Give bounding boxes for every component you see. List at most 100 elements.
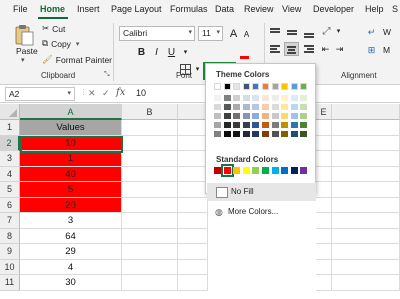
data-cell[interactable]: 30	[20, 275, 122, 291]
empty-cell[interactable]	[178, 213, 208, 229]
bold-button[interactable]: B	[135, 46, 148, 60]
chevron-down-icon[interactable]: ▾	[179, 46, 192, 60]
theme-shade-swatch[interactable]	[252, 104, 260, 110]
theme-shade-swatch[interactable]	[290, 104, 298, 110]
theme-shade-swatch[interactable]	[271, 113, 279, 119]
empty-cell[interactable]	[332, 244, 400, 260]
tab-file[interactable]: File	[13, 4, 28, 14]
theme-shade-swatch[interactable]	[262, 122, 269, 128]
header-cell[interactable]: Values	[20, 120, 122, 136]
row-header[interactable]: 2	[0, 135, 20, 151]
empty-cell[interactable]	[316, 120, 332, 136]
formula-input[interactable]: 10	[136, 88, 146, 98]
theme-shade-swatch[interactable]	[252, 113, 260, 119]
theme-shade-swatch[interactable]	[271, 122, 279, 128]
empty-cell[interactable]	[316, 151, 332, 167]
theme-shade-swatch[interactable]	[281, 131, 289, 137]
merge-center-button[interactable]: M	[383, 45, 390, 55]
chevron-down-icon[interactable]: ▾	[188, 28, 192, 36]
tab-review[interactable]: Review	[244, 4, 274, 14]
data-cell[interactable]: 4	[20, 259, 122, 275]
empty-cell[interactable]	[178, 135, 208, 151]
theme-color-swatch[interactable]	[262, 83, 269, 90]
confirm-entry-icon[interactable]: ✓	[102, 88, 110, 99]
theme-shade-swatch[interactable]	[233, 131, 241, 137]
theme-color-swatch[interactable]	[300, 83, 308, 90]
standard-color-swatch[interactable]	[233, 167, 241, 174]
empty-cell[interactable]	[178, 197, 208, 213]
empty-cell[interactable]	[316, 166, 332, 182]
font-name-combo[interactable]: Calibri ▾	[119, 26, 195, 41]
empty-cell[interactable]	[122, 275, 178, 291]
standard-color-swatch[interactable]	[262, 167, 269, 174]
merge-center-icon[interactable]: ⊞	[365, 43, 378, 57]
theme-shade-swatch[interactable]	[214, 104, 221, 110]
empty-cell[interactable]	[332, 135, 400, 151]
empty-cell[interactable]	[316, 275, 332, 291]
empty-cell[interactable]	[122, 151, 178, 167]
tab-insert[interactable]: Insert	[77, 4, 100, 14]
row-header[interactable]: 1	[0, 120, 20, 136]
standard-color-swatch[interactable]	[242, 167, 250, 174]
empty-cell[interactable]	[316, 213, 332, 229]
theme-shade-swatch[interactable]	[242, 113, 250, 119]
empty-cell[interactable]	[332, 166, 400, 182]
tab-developer[interactable]: Developer	[313, 4, 354, 14]
row-header[interactable]: 3	[0, 151, 20, 167]
theme-shade-swatch[interactable]	[290, 122, 298, 128]
empty-cell[interactable]	[316, 135, 332, 151]
empty-cell[interactable]	[122, 120, 178, 136]
column-header-b[interactable]: B	[122, 104, 178, 120]
empty-cell[interactable]	[332, 259, 400, 275]
chevron-down-icon[interactable]: ▾	[67, 89, 71, 97]
empty-cell[interactable]	[332, 182, 400, 198]
theme-shade-swatch[interactable]	[214, 95, 221, 101]
empty-cell[interactable]	[122, 182, 178, 198]
theme-shade-swatch[interactable]	[290, 131, 298, 137]
tab-view[interactable]: View	[282, 4, 301, 14]
standard-color-swatch[interactable]	[281, 167, 289, 174]
empty-cell[interactable]	[178, 166, 208, 182]
theme-shade-swatch[interactable]	[262, 113, 269, 119]
row-header[interactable]: 4	[0, 166, 20, 182]
decrease-indent-icon[interactable]: ⇤	[319, 42, 332, 56]
empty-cell[interactable]	[316, 259, 332, 275]
empty-cell[interactable]	[122, 228, 178, 244]
theme-shade-swatch[interactable]	[290, 95, 298, 101]
standard-color-swatch[interactable]	[271, 167, 279, 174]
wrap-text-button[interactable]: W	[383, 27, 391, 37]
grow-font-button[interactable]: A	[227, 27, 240, 41]
theme-shade-swatch[interactable]	[271, 104, 279, 110]
cut-button[interactable]: ✂ Cut	[42, 23, 65, 34]
theme-shade-swatch[interactable]	[214, 113, 221, 119]
data-cell[interactable]: 29	[20, 244, 122, 260]
theme-color-swatch[interactable]	[281, 83, 289, 90]
data-cell[interactable]: 20	[20, 197, 122, 213]
empty-cell[interactable]	[332, 228, 400, 244]
standard-color-swatch[interactable]	[252, 167, 260, 174]
empty-cell[interactable]	[122, 213, 178, 229]
empty-cell[interactable]	[178, 228, 208, 244]
row-header[interactable]: 10	[0, 259, 20, 275]
theme-color-swatch[interactable]	[290, 83, 298, 90]
data-cell[interactable]: 10	[20, 135, 122, 151]
empty-cell[interactable]	[178, 244, 208, 260]
theme-shade-swatch[interactable]	[290, 113, 298, 119]
theme-shade-swatch[interactable]	[281, 122, 289, 128]
chevron-down-icon[interactable]: ▾	[216, 28, 220, 36]
tab-page-layout[interactable]: Page Layout	[111, 4, 162, 14]
column-header-e[interactable]: E	[316, 104, 332, 120]
insert-function-icon[interactable]: fx	[116, 87, 125, 98]
empty-cell[interactable]	[178, 275, 208, 291]
tab-help[interactable]: Help	[365, 4, 384, 14]
select-all-button[interactable]	[0, 104, 20, 120]
data-cell[interactable]: 64	[20, 228, 122, 244]
no-fill-option[interactable]: No Fill	[207, 183, 316, 201]
standard-color-swatch[interactable]	[214, 167, 221, 174]
theme-color-swatch[interactable]	[233, 83, 241, 90]
theme-shade-swatch[interactable]	[242, 122, 250, 128]
theme-shade-swatch[interactable]	[281, 104, 289, 110]
theme-shade-swatch[interactable]	[233, 104, 241, 110]
theme-color-swatch[interactable]	[242, 83, 250, 90]
theme-shade-swatch[interactable]	[242, 131, 250, 137]
